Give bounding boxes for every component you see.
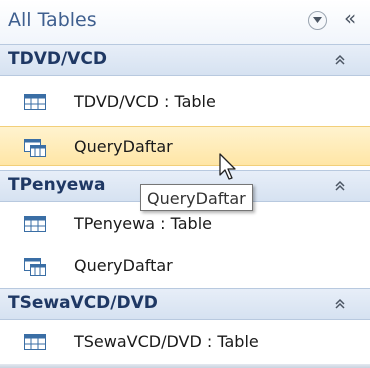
table-icon	[24, 94, 46, 110]
group-label: TPenyewa	[8, 175, 106, 195]
item-label: TSewaVCD/DVD : Table	[74, 332, 259, 351]
group-header-tsewavcd-dvd[interactable]: TSewaVCD/DVD	[0, 288, 370, 320]
tooltip: QueryDaftar	[140, 184, 253, 211]
table-icon	[24, 334, 46, 350]
pane-bottom-border	[0, 364, 370, 368]
table-icon	[24, 216, 46, 232]
query-icon	[24, 258, 46, 276]
pane-header: All Tables «	[0, 0, 370, 44]
list-item-table[interactable]: TSewaVCD/DVD : Table	[0, 322, 370, 362]
list-item-table[interactable]: TDVD/VCD : Table	[0, 82, 370, 122]
group-header-tdvd-vcd[interactable]: TDVD/VCD	[0, 44, 370, 76]
group-label: TSewaVCD/DVD	[8, 293, 158, 313]
mouse-pointer-icon	[219, 153, 236, 180]
query-icon	[24, 139, 46, 157]
collapse-chevron-icon	[335, 180, 345, 191]
item-label: TDVD/VCD : Table	[74, 92, 216, 111]
list-item-query[interactable]: QueryDaftar	[0, 246, 370, 286]
pane-title[interactable]: All Tables	[8, 9, 97, 31]
navigation-pane: All Tables « TDVD/VCD TDVD/VCD : Table Q…	[0, 0, 370, 368]
double-chevron-left-icon[interactable]: «	[344, 6, 356, 30]
item-label: QueryDaftar	[74, 256, 173, 275]
collapse-chevron-icon	[335, 298, 345, 309]
group-label: TDVD/VCD	[8, 49, 107, 69]
list-item-query-selected[interactable]: QueryDaftar	[0, 126, 370, 166]
item-label: QueryDaftar	[74, 137, 173, 156]
dropdown-circle-icon[interactable]	[308, 11, 327, 30]
collapse-chevron-icon	[335, 54, 345, 65]
item-label: TPenyewa : Table	[74, 214, 212, 233]
